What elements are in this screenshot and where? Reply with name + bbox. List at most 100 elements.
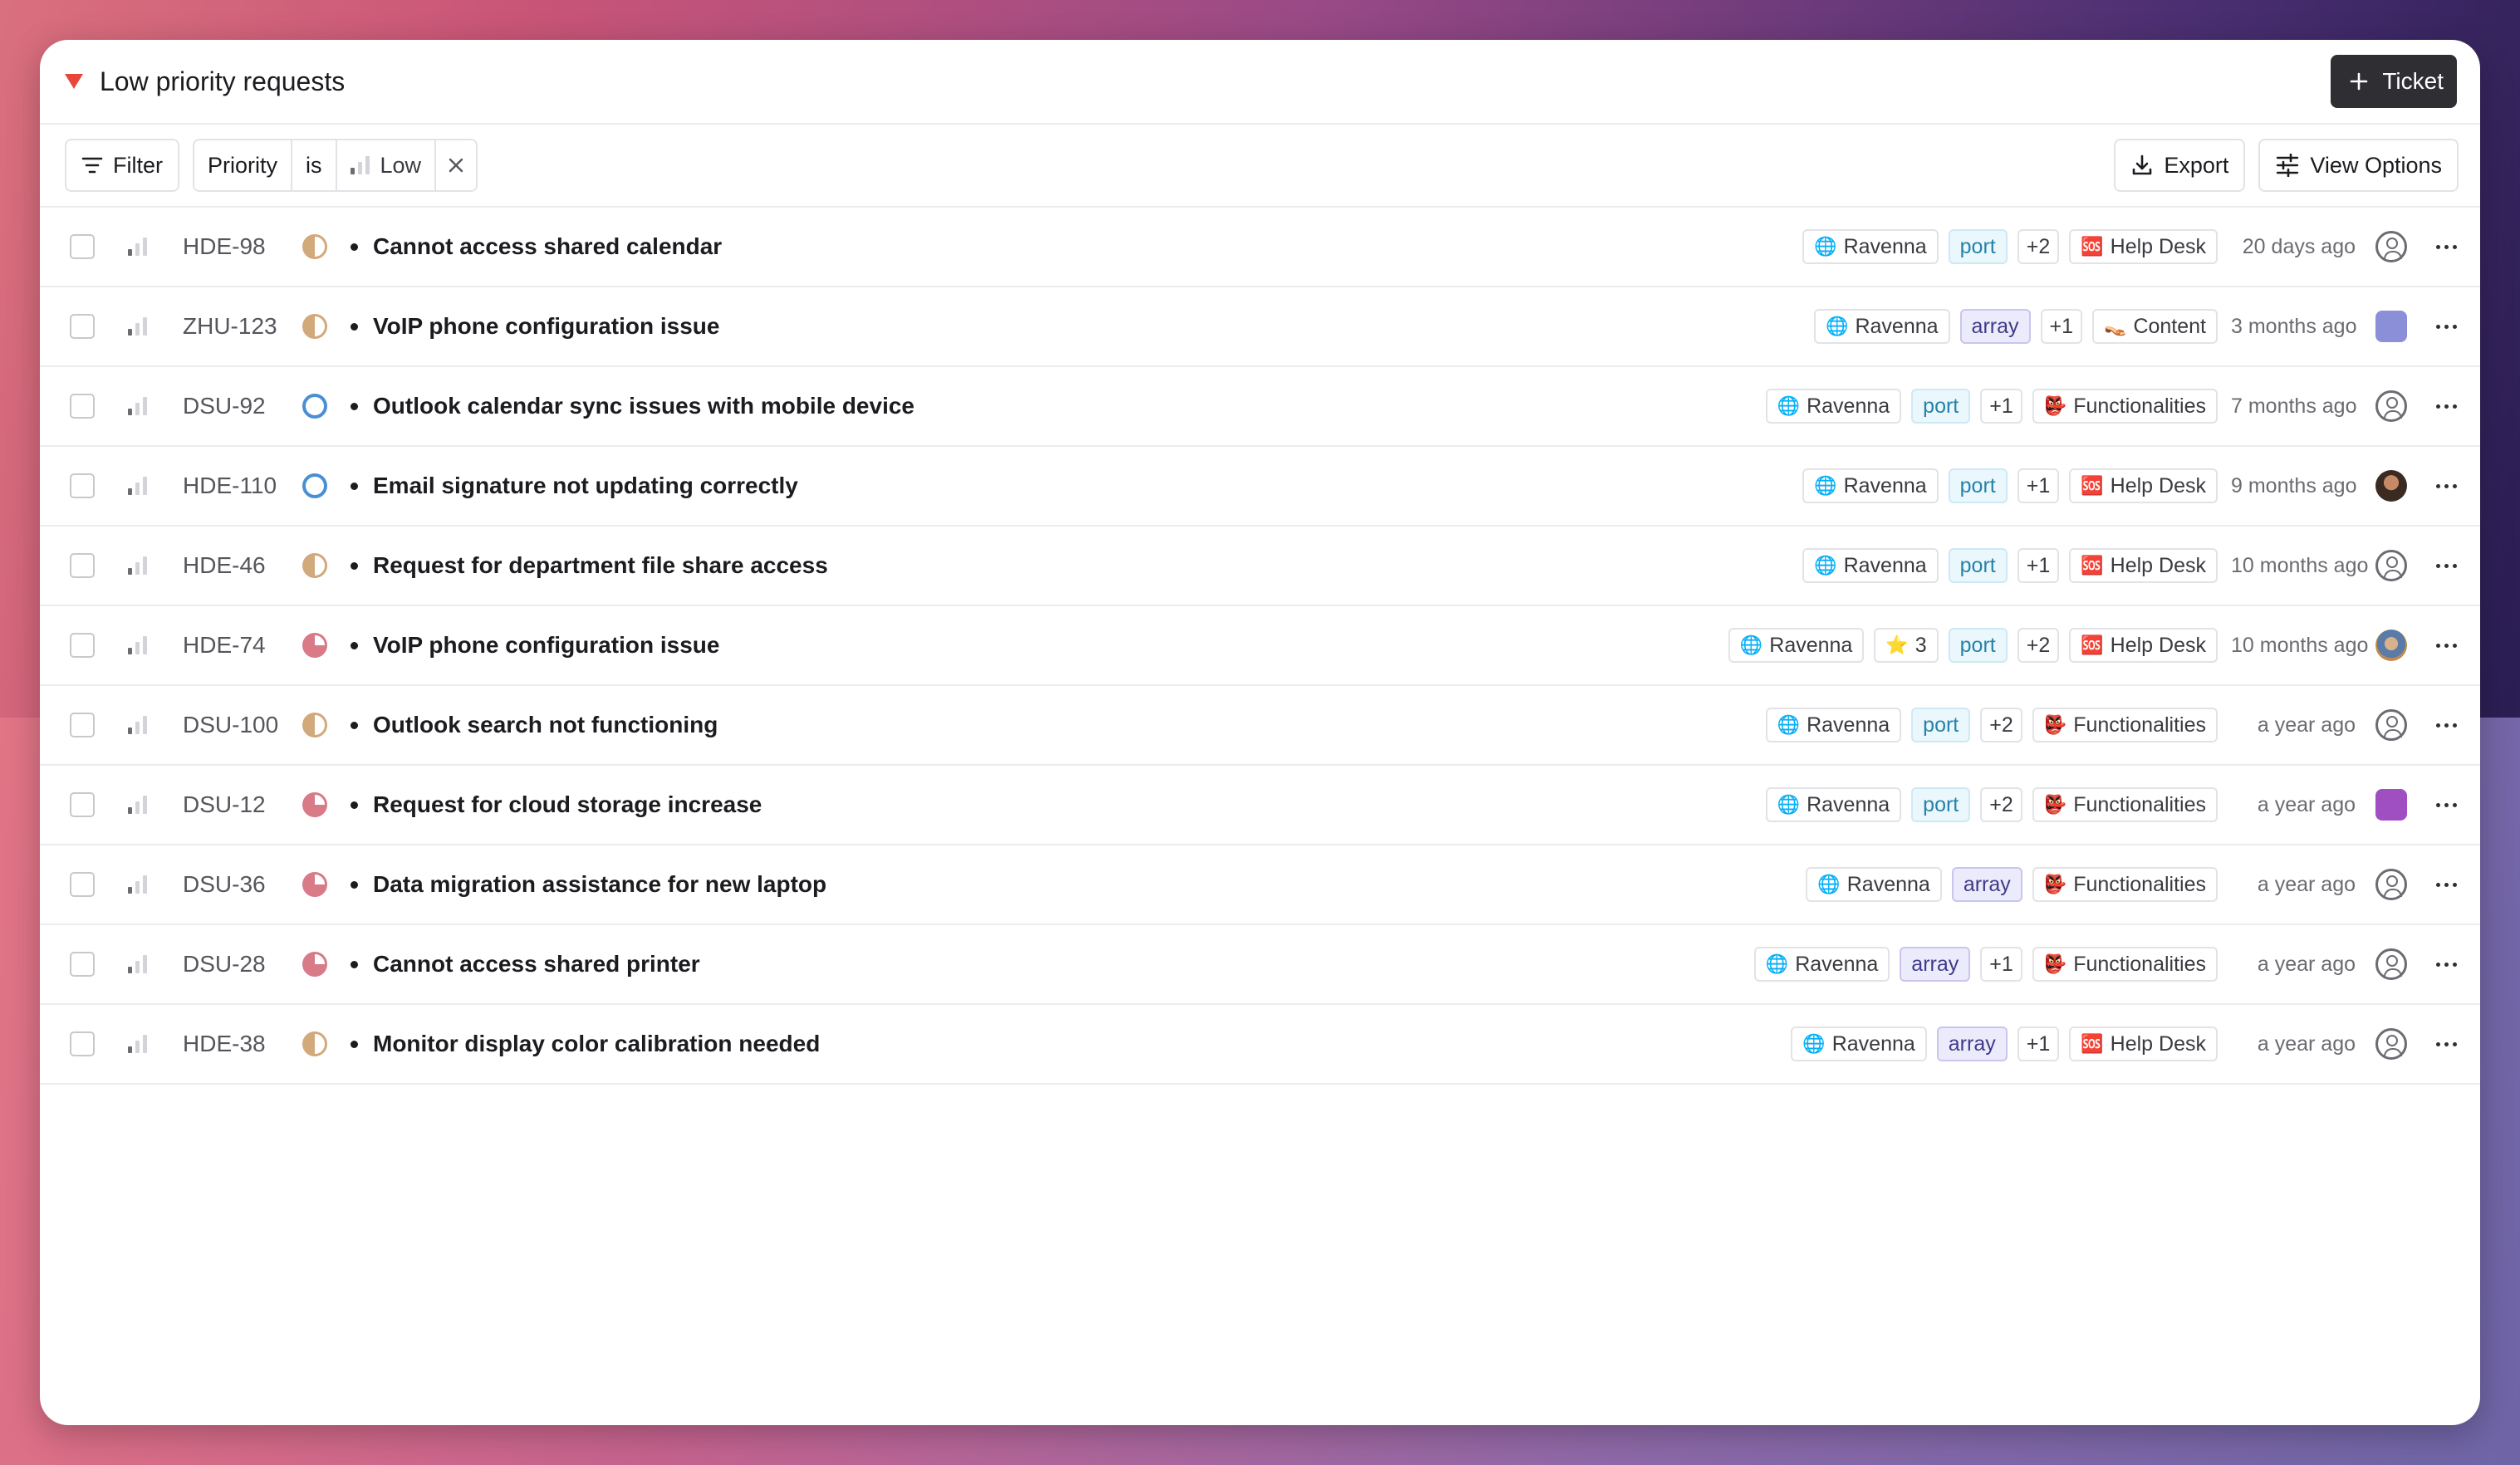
label-tag[interactable]: port bbox=[1948, 628, 2008, 663]
label-tag[interactable]: port bbox=[1948, 229, 2008, 264]
team-tag[interactable]: 👺 Functionalities bbox=[2032, 947, 2218, 982]
ticket-row[interactable]: DSU-92 Outlook calendar sync issues with … bbox=[40, 367, 2480, 447]
more-labels-tag[interactable]: +2 bbox=[2017, 628, 2060, 663]
status-icon[interactable] bbox=[302, 473, 327, 498]
project-tag[interactable]: 🌐 Ravenna bbox=[1802, 229, 1939, 264]
row-checkbox[interactable] bbox=[70, 713, 95, 737]
ticket-subject[interactable]: Monitor display color calibration needed bbox=[373, 1031, 1791, 1057]
ticket-subject[interactable]: Data migration assistance for new laptop bbox=[373, 871, 1806, 898]
ticket-row[interactable]: DSU-100 Outlook search not functioning 🌐 Ra… bbox=[40, 686, 2480, 766]
ticket-subject[interactable]: VoIP phone configuration issue bbox=[373, 632, 1728, 659]
more-labels-tag[interactable]: +1 bbox=[2017, 548, 2060, 583]
project-tag[interactable]: 🌐 Ravenna bbox=[1765, 708, 1902, 742]
project-tag[interactable]: 🌐 Ravenna bbox=[1806, 867, 1942, 902]
label-tag[interactable]: port bbox=[1948, 468, 2008, 503]
label-tag[interactable]: port bbox=[1911, 389, 1971, 424]
assignee-avatar[interactable] bbox=[2375, 630, 2407, 661]
ticket-row[interactable]: HDE-74 VoIP phone configuration issue 🌐 Rav… bbox=[40, 606, 2480, 686]
low-priority-icon[interactable] bbox=[128, 556, 150, 575]
low-priority-icon[interactable] bbox=[128, 317, 150, 336]
status-icon[interactable] bbox=[302, 952, 327, 977]
project-tag[interactable]: 🌐 Ravenna bbox=[1765, 389, 1902, 424]
row-checkbox[interactable] bbox=[70, 473, 95, 498]
row-checkbox[interactable] bbox=[70, 872, 95, 897]
ticket-subject[interactable]: VoIP phone configuration issue bbox=[373, 313, 1814, 340]
view-options-button[interactable]: View Options bbox=[2258, 139, 2459, 192]
label-tag[interactable]: port bbox=[1948, 548, 2008, 583]
row-checkbox[interactable] bbox=[70, 633, 95, 658]
ticket-row[interactable]: HDE-110 Email signature not updating corr… bbox=[40, 447, 2480, 527]
ticket-row[interactable]: ZHU-123 VoIP phone configuration issue 🌐 Ra… bbox=[40, 287, 2480, 367]
more-labels-tag[interactable]: +2 bbox=[1980, 787, 2022, 822]
assignee-avatar[interactable] bbox=[2375, 311, 2407, 342]
project-tag[interactable]: 🌐 Ravenna bbox=[1791, 1026, 1927, 1061]
ticket-subject[interactable]: Cannot access shared calendar bbox=[373, 233, 1802, 260]
row-checkbox[interactable] bbox=[70, 952, 95, 977]
more-actions-icon[interactable] bbox=[2434, 723, 2459, 728]
filter-field[interactable]: Priority bbox=[194, 140, 293, 190]
assignee-avatar[interactable] bbox=[2375, 709, 2407, 741]
status-icon[interactable] bbox=[302, 713, 327, 737]
team-tag[interactable]: 👺 Functionalities bbox=[2032, 708, 2218, 742]
low-priority-icon[interactable] bbox=[128, 955, 150, 973]
row-checkbox[interactable] bbox=[70, 314, 95, 339]
status-icon[interactable] bbox=[302, 314, 327, 339]
low-priority-icon[interactable] bbox=[128, 796, 150, 814]
ticket-subject[interactable]: Outlook search not functioning bbox=[373, 712, 1766, 738]
project-tag[interactable]: 🌐 Ravenna bbox=[1814, 309, 1950, 344]
more-actions-icon[interactable] bbox=[2434, 962, 2459, 967]
project-tag[interactable]: 🌐 Ravenna bbox=[1728, 628, 1865, 663]
status-icon[interactable] bbox=[302, 234, 327, 259]
team-tag[interactable]: 🆘 Help Desk bbox=[2069, 628, 2218, 663]
assignee-avatar[interactable] bbox=[2375, 948, 2407, 980]
more-actions-icon[interactable] bbox=[2434, 882, 2459, 887]
assignee-avatar[interactable] bbox=[2375, 869, 2407, 900]
status-icon[interactable] bbox=[302, 394, 327, 419]
low-priority-icon[interactable] bbox=[128, 716, 150, 734]
filter-operator[interactable]: is bbox=[292, 140, 337, 190]
status-icon[interactable] bbox=[302, 792, 327, 817]
more-labels-tag[interactable]: +1 bbox=[2017, 468, 2060, 503]
star-count-tag[interactable]: ⭐ 3 bbox=[1874, 628, 1939, 663]
remove-filter-button[interactable] bbox=[436, 140, 476, 190]
more-labels-tag[interactable]: +2 bbox=[2017, 229, 2060, 264]
row-checkbox[interactable] bbox=[70, 792, 95, 817]
status-icon[interactable] bbox=[302, 1031, 327, 1056]
low-priority-icon[interactable] bbox=[128, 1035, 150, 1053]
team-tag[interactable]: 👺 Functionalities bbox=[2032, 867, 2218, 902]
more-labels-tag[interactable]: +1 bbox=[1980, 389, 2022, 424]
assignee-avatar[interactable] bbox=[2375, 550, 2407, 581]
status-icon[interactable] bbox=[302, 553, 327, 578]
project-tag[interactable]: 🌐 Ravenna bbox=[1802, 468, 1939, 503]
team-tag[interactable]: 👺 Functionalities bbox=[2032, 787, 2218, 822]
more-labels-tag[interactable]: +2 bbox=[1980, 708, 2022, 742]
row-checkbox[interactable] bbox=[70, 394, 95, 419]
filter-value[interactable]: Low bbox=[337, 140, 437, 190]
row-checkbox[interactable] bbox=[70, 553, 95, 578]
team-tag[interactable]: 🆘 Help Desk bbox=[2069, 548, 2218, 583]
project-tag[interactable]: 🌐 Ravenna bbox=[1753, 947, 1890, 982]
low-priority-icon[interactable] bbox=[128, 397, 150, 415]
assignee-avatar[interactable] bbox=[2375, 470, 2407, 502]
more-actions-icon[interactable] bbox=[2434, 1041, 2459, 1046]
low-priority-icon[interactable] bbox=[128, 477, 150, 495]
label-tag[interactable]: array bbox=[1936, 1026, 2008, 1061]
export-button[interactable]: Export bbox=[2114, 139, 2246, 192]
label-tag[interactable]: port bbox=[1911, 708, 1971, 742]
more-labels-tag[interactable]: +1 bbox=[1980, 947, 2022, 982]
assignee-avatar[interactable] bbox=[2375, 390, 2407, 422]
low-priority-icon[interactable] bbox=[128, 875, 150, 894]
row-checkbox[interactable] bbox=[70, 234, 95, 259]
more-actions-icon[interactable] bbox=[2434, 244, 2459, 249]
filter-button[interactable]: Filter bbox=[65, 139, 179, 192]
more-actions-icon[interactable] bbox=[2434, 563, 2459, 568]
ticket-row[interactable]: DSU-12 Request for cloud storage increase… bbox=[40, 766, 2480, 845]
ticket-row[interactable]: HDE-98 Cannot access shared calendar 🌐 Rave… bbox=[40, 208, 2480, 287]
more-actions-icon[interactable] bbox=[2434, 324, 2459, 329]
low-priority-icon[interactable] bbox=[128, 238, 150, 256]
ticket-row[interactable]: HDE-38 Monitor display color calibration … bbox=[40, 1005, 2480, 1085]
ticket-row[interactable]: DSU-36 Data migration assistance for new … bbox=[40, 845, 2480, 925]
ticket-subject[interactable]: Email signature not updating correctly bbox=[373, 473, 1802, 499]
team-tag[interactable]: 🆘 Help Desk bbox=[2069, 229, 2218, 264]
ticket-subject[interactable]: Request for department file share access bbox=[373, 552, 1802, 579]
